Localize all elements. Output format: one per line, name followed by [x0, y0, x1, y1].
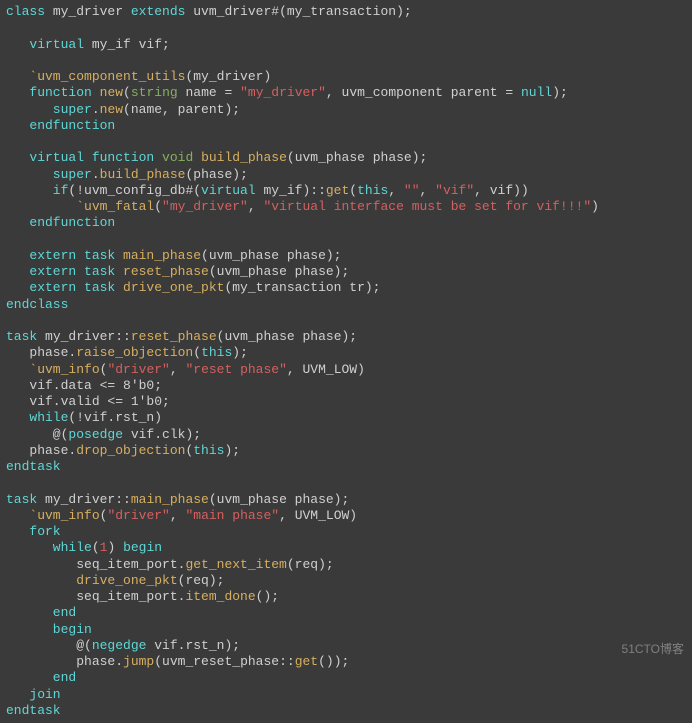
- code-block: class my_driver extends uvm_driver#(my_t…: [0, 0, 692, 723]
- kw-class: class: [6, 4, 45, 19]
